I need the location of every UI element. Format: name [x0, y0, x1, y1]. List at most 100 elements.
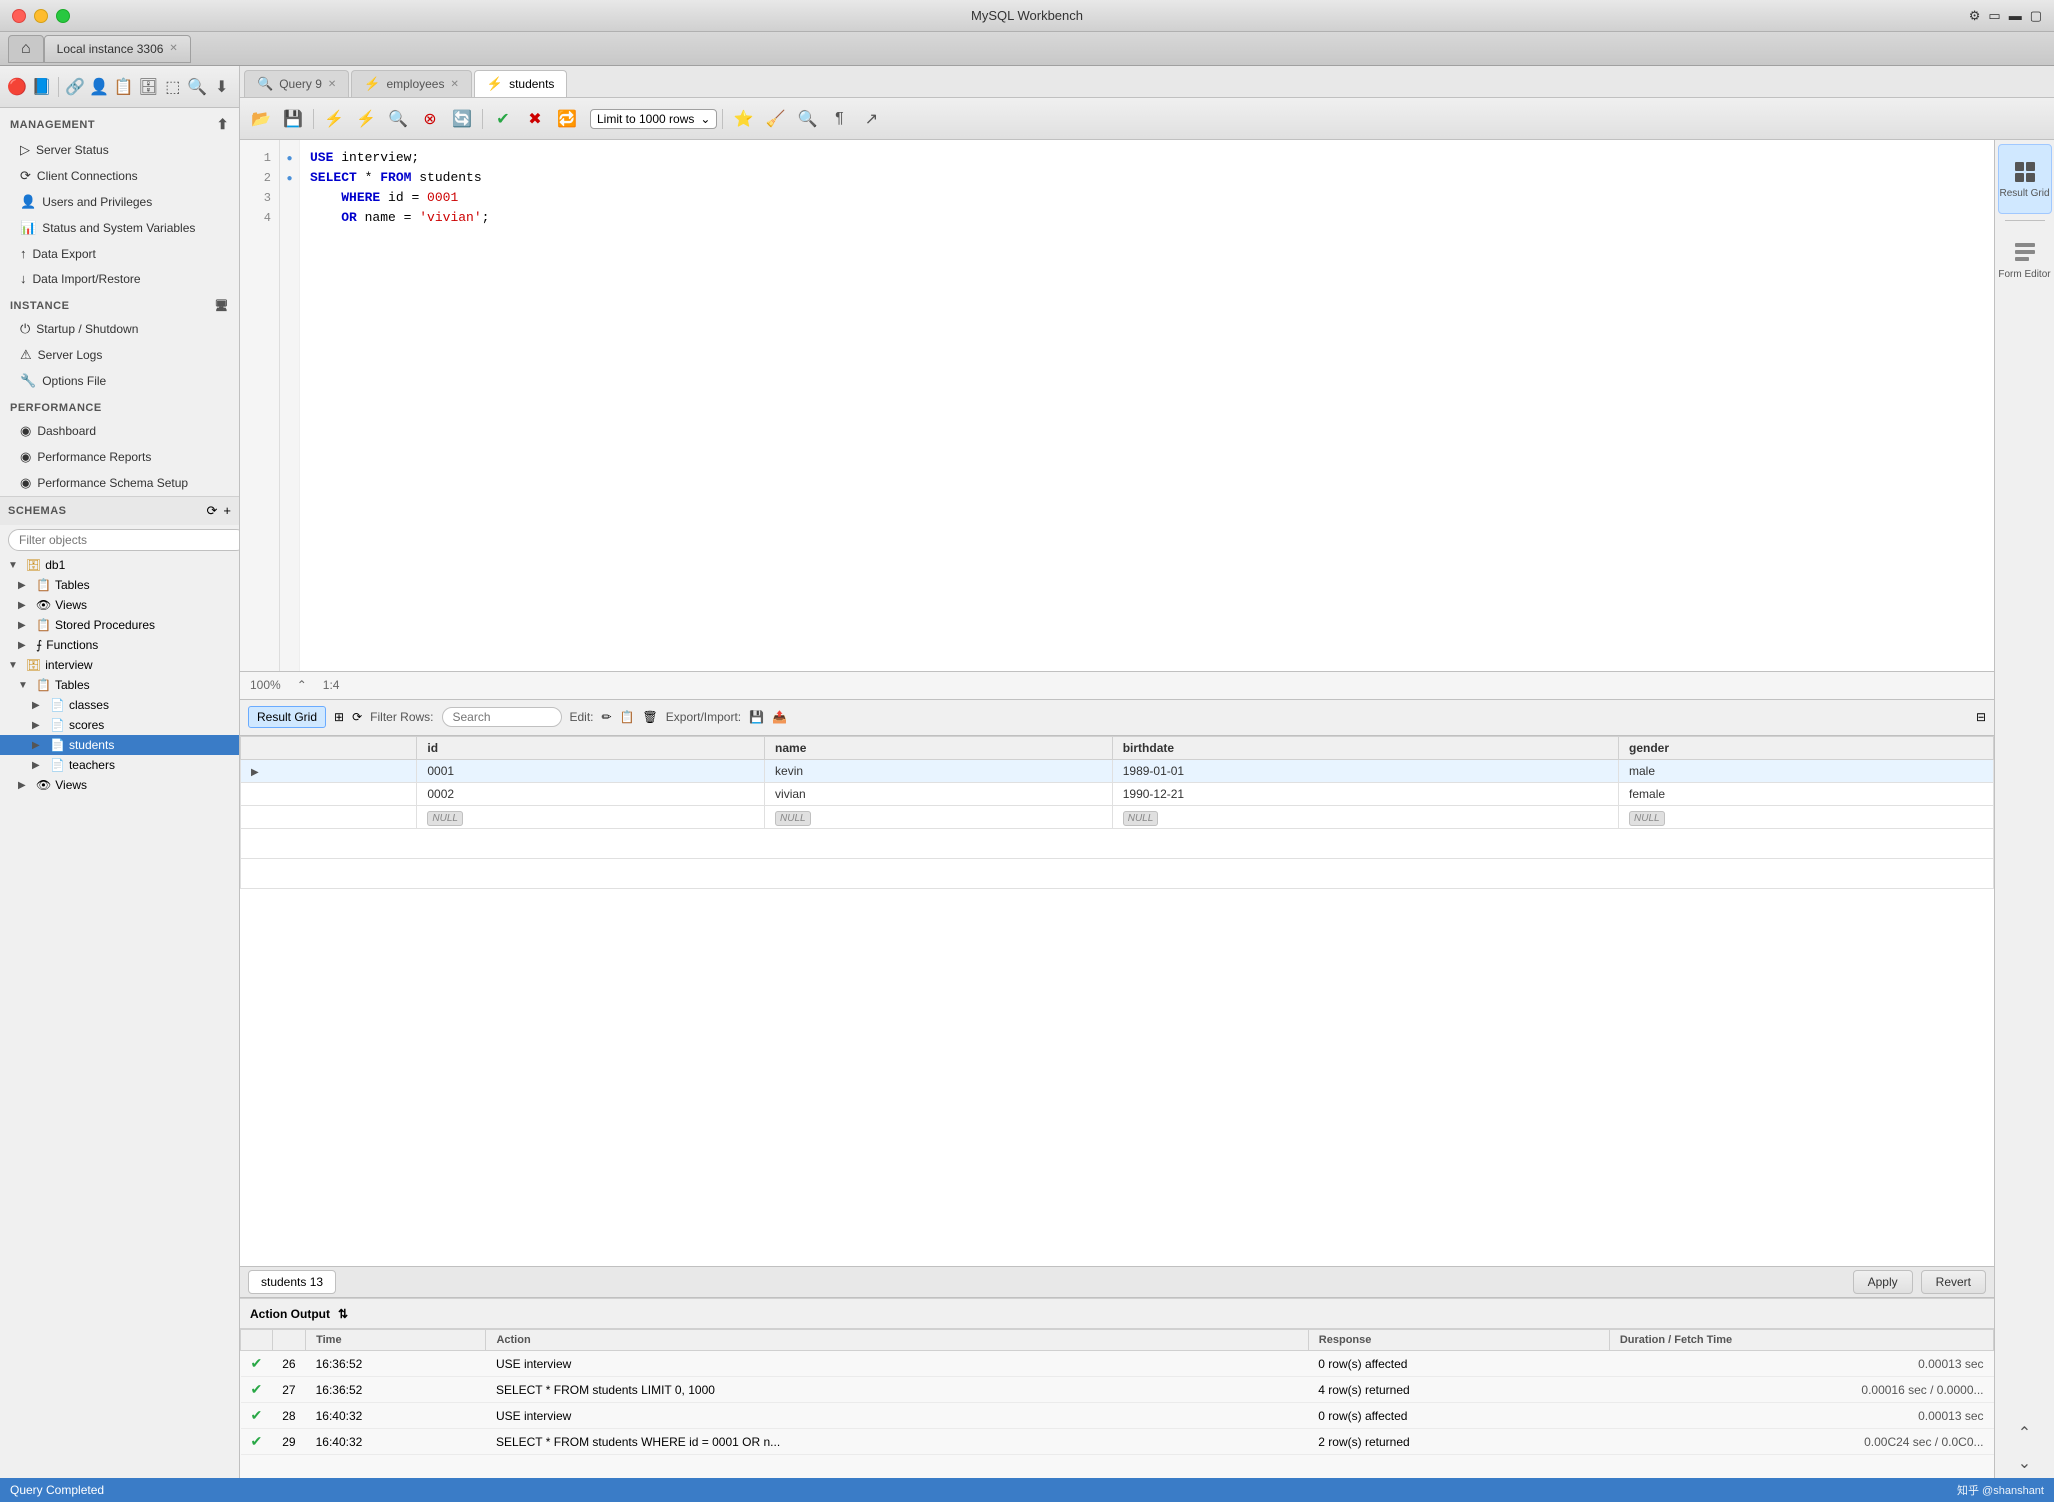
sidebar-item-perf-reports[interactable]: ◉ Performance Reports [0, 444, 239, 470]
sidebar-btn-7[interactable]: ⬚ [162, 72, 184, 102]
sidebar-btn-4[interactable]: 👤 [88, 72, 110, 102]
sidebar-item-dashboard[interactable]: ◉ Dashboard [0, 418, 239, 444]
tree-table-students[interactable]: ▶ 📄 students [0, 735, 239, 755]
result-grid-btn[interactable]: Result Grid [248, 706, 326, 728]
toggle-autocommit-btn[interactable]: 🔁 [552, 104, 582, 134]
open-btn[interactable]: 📂 [246, 104, 276, 134]
tab-students[interactable]: ⚡ students [474, 70, 568, 97]
students-result-tab[interactable]: students 13 [248, 1270, 336, 1294]
table-row[interactable]: ▶ 0001 kevin 1989-01-01 male [241, 759, 1994, 782]
sidebar-item-perf-schema[interactable]: ◉ Performance Schema Setup [0, 470, 239, 496]
tab-query9-close[interactable]: ✕ [328, 79, 336, 90]
sidebar-btn-5[interactable]: 📋 [113, 72, 135, 102]
tree-db1[interactable]: ▼ 🗄 db1 [0, 555, 239, 575]
sidebar-item-startup-shutdown[interactable]: ⏻ Startup / Shutdown [0, 316, 239, 342]
maximize-button[interactable] [56, 9, 70, 23]
settings-icon[interactable]: ⚙ [1969, 8, 1981, 24]
grid-refresh-icon[interactable]: ⟳ [352, 710, 362, 724]
minimize-button[interactable] [34, 9, 48, 23]
edit-icon1[interactable]: ✏ [602, 710, 612, 724]
top-right-icons: ⚙ ▭ ▬ ▢ [1969, 8, 2042, 24]
revert-button[interactable]: Revert [1921, 1270, 1986, 1294]
tree-db1-functions[interactable]: ▶ ⨍ Functions [0, 635, 239, 655]
tree-table-teachers[interactable]: ▶ 📄 teachers [0, 755, 239, 775]
tab-query9[interactable]: 🔍 Query 9 ✕ [244, 70, 349, 97]
dot-1: ● [280, 148, 299, 168]
tree-interview[interactable]: ▼ 🗄 interview [0, 655, 239, 675]
rollback-btn[interactable]: ✖ [520, 104, 550, 134]
execute-selected-btn[interactable]: ⚡ [351, 104, 381, 134]
commit-btn[interactable]: ✔ [488, 104, 518, 134]
tab-employees-close[interactable]: ✕ [450, 79, 458, 90]
layout-icon3[interactable]: ▢ [2030, 8, 2042, 24]
layout-icon1[interactable]: ▭ [1988, 8, 2000, 24]
tree-db1-views[interactable]: ▶ 👁 Views [0, 595, 239, 615]
editor-status: 100% ⌃ 1:4 [240, 672, 1994, 700]
schema-filter-input[interactable] [8, 529, 240, 551]
panel-scroll-up[interactable]: ⌃ [1998, 1418, 2052, 1448]
sidebar-item-data-import[interactable]: ↓ Data Import/Restore [0, 266, 239, 291]
layout-icon2[interactable]: ▬ [2009, 8, 2022, 24]
tree-interview-views[interactable]: ▶ 👁 Views [0, 775, 239, 795]
performance-header: PERFORMANCE [0, 394, 239, 418]
edit-icon2[interactable]: 📋 [620, 710, 635, 724]
sidebar-btn-3[interactable]: 🔗 [64, 72, 86, 102]
result-grid-panel-btn[interactable]: Result Grid [1998, 144, 2052, 214]
apply-button[interactable]: Apply [1853, 1270, 1913, 1294]
sql-code-area[interactable]: USE interview; SELECT * FROM students WH… [300, 140, 1994, 671]
explain-btn[interactable]: 🔍 [383, 104, 413, 134]
table-row[interactable]: NULL NULL NULL NULL [241, 805, 1994, 828]
bookmark-btn[interactable]: ⭐ [728, 104, 758, 134]
sidebar-item-options-file[interactable]: 🔧 Options File [0, 368, 239, 394]
sidebar-item-server-status[interactable]: ▷ Server Status [0, 137, 239, 163]
instance-tab-close[interactable]: ✕ [169, 43, 177, 54]
sidebar-item-server-logs[interactable]: ⚠ Server Logs [0, 342, 239, 368]
schema-new-icon[interactable]: + [223, 503, 231, 519]
export-icon2[interactable]: 📤 [772, 710, 787, 724]
close-button[interactable] [12, 9, 26, 23]
tab-employees[interactable]: ⚡ employees ✕ [351, 70, 472, 97]
execute-btn[interactable]: ⚡ [319, 104, 349, 134]
search-btn[interactable]: 🔍 [792, 104, 822, 134]
edit-icon3[interactable]: 🗑 [643, 710, 658, 724]
tree-table-classes[interactable]: ▶ 📄 classes [0, 695, 239, 715]
interview-views-label: Views [55, 778, 87, 792]
panel-scroll-down[interactable]: ⌄ [1998, 1448, 2052, 1478]
zoom-stepper[interactable]: ⌃ [297, 678, 307, 692]
stop-btn[interactable]: ⊗ [415, 104, 445, 134]
management-expand-icon[interactable]: ⬆ [217, 116, 229, 133]
form-editor-panel-btn[interactable]: Form Editor [1998, 225, 2052, 295]
toggle-btn[interactable]: 🔄 [447, 104, 477, 134]
wrap-icon[interactable]: ⊟ [1976, 710, 1986, 724]
export-btn[interactable]: ↗ [856, 104, 886, 134]
filter-search-input[interactable] [442, 707, 562, 727]
tree-table-scores[interactable]: ▶ 📄 scores [0, 715, 239, 735]
grid-layout-icon[interactable]: ⊞ [334, 710, 344, 724]
view-btn[interactable]: ¶ [824, 104, 854, 134]
sidebar-btn-6[interactable]: 🗄 [137, 72, 159, 102]
dashboard-icon: ◉ [20, 423, 31, 439]
action-output-sort-icon[interactable]: ⇅ [338, 1307, 348, 1321]
home-tab[interactable]: ⌂ [8, 35, 44, 63]
schema-refresh-icon[interactable]: ⟳ [207, 503, 218, 519]
tree-db1-procedures[interactable]: ▶ 📋 Stored Procedures [0, 615, 239, 635]
sidebar-btn-8[interactable]: 🔍 [186, 72, 208, 102]
tree-db1-tables[interactable]: ▶ 📋 Tables [0, 575, 239, 595]
sidebar: 🔴 📘 🔗 👤 📋 🗄 ⬚ 🔍 ⬇ MANAGEMENT ⬆ ▷ Server … [0, 66, 240, 1478]
export-icon1[interactable]: 💾 [749, 710, 764, 724]
instance-tab[interactable]: Local instance 3306 ✕ [44, 35, 191, 63]
sql-icon-2[interactable]: 📘 [30, 72, 52, 102]
sql-icon-1[interactable]: 🔴 [6, 72, 28, 102]
sidebar-item-client-connections[interactable]: ⟳ Client Connections [0, 163, 239, 189]
sidebar-btn-9[interactable]: ⬇ [210, 72, 232, 102]
sidebar-item-status-vars[interactable]: 📊 Status and System Variables [0, 215, 239, 241]
table-row[interactable]: 0002 vivian 1990-12-21 female [241, 782, 1994, 805]
db1-tables-label: Tables [55, 578, 90, 592]
tree-interview-tables[interactable]: ▼ 📋 Tables [0, 675, 239, 695]
limit-selector[interactable]: Limit to 1000 rows ⌄ [590, 109, 717, 129]
sidebar-item-users-privileges[interactable]: 👤 Users and Privileges [0, 189, 239, 215]
format-btn[interactable]: 🧹 [760, 104, 790, 134]
sidebar-item-data-export[interactable]: ↑ Data Export [0, 241, 239, 266]
sql-editor[interactable]: 1 2 3 4 ● ● USE interview; SELECT * FROM… [240, 140, 1994, 672]
save-btn[interactable]: 💾 [278, 104, 308, 134]
